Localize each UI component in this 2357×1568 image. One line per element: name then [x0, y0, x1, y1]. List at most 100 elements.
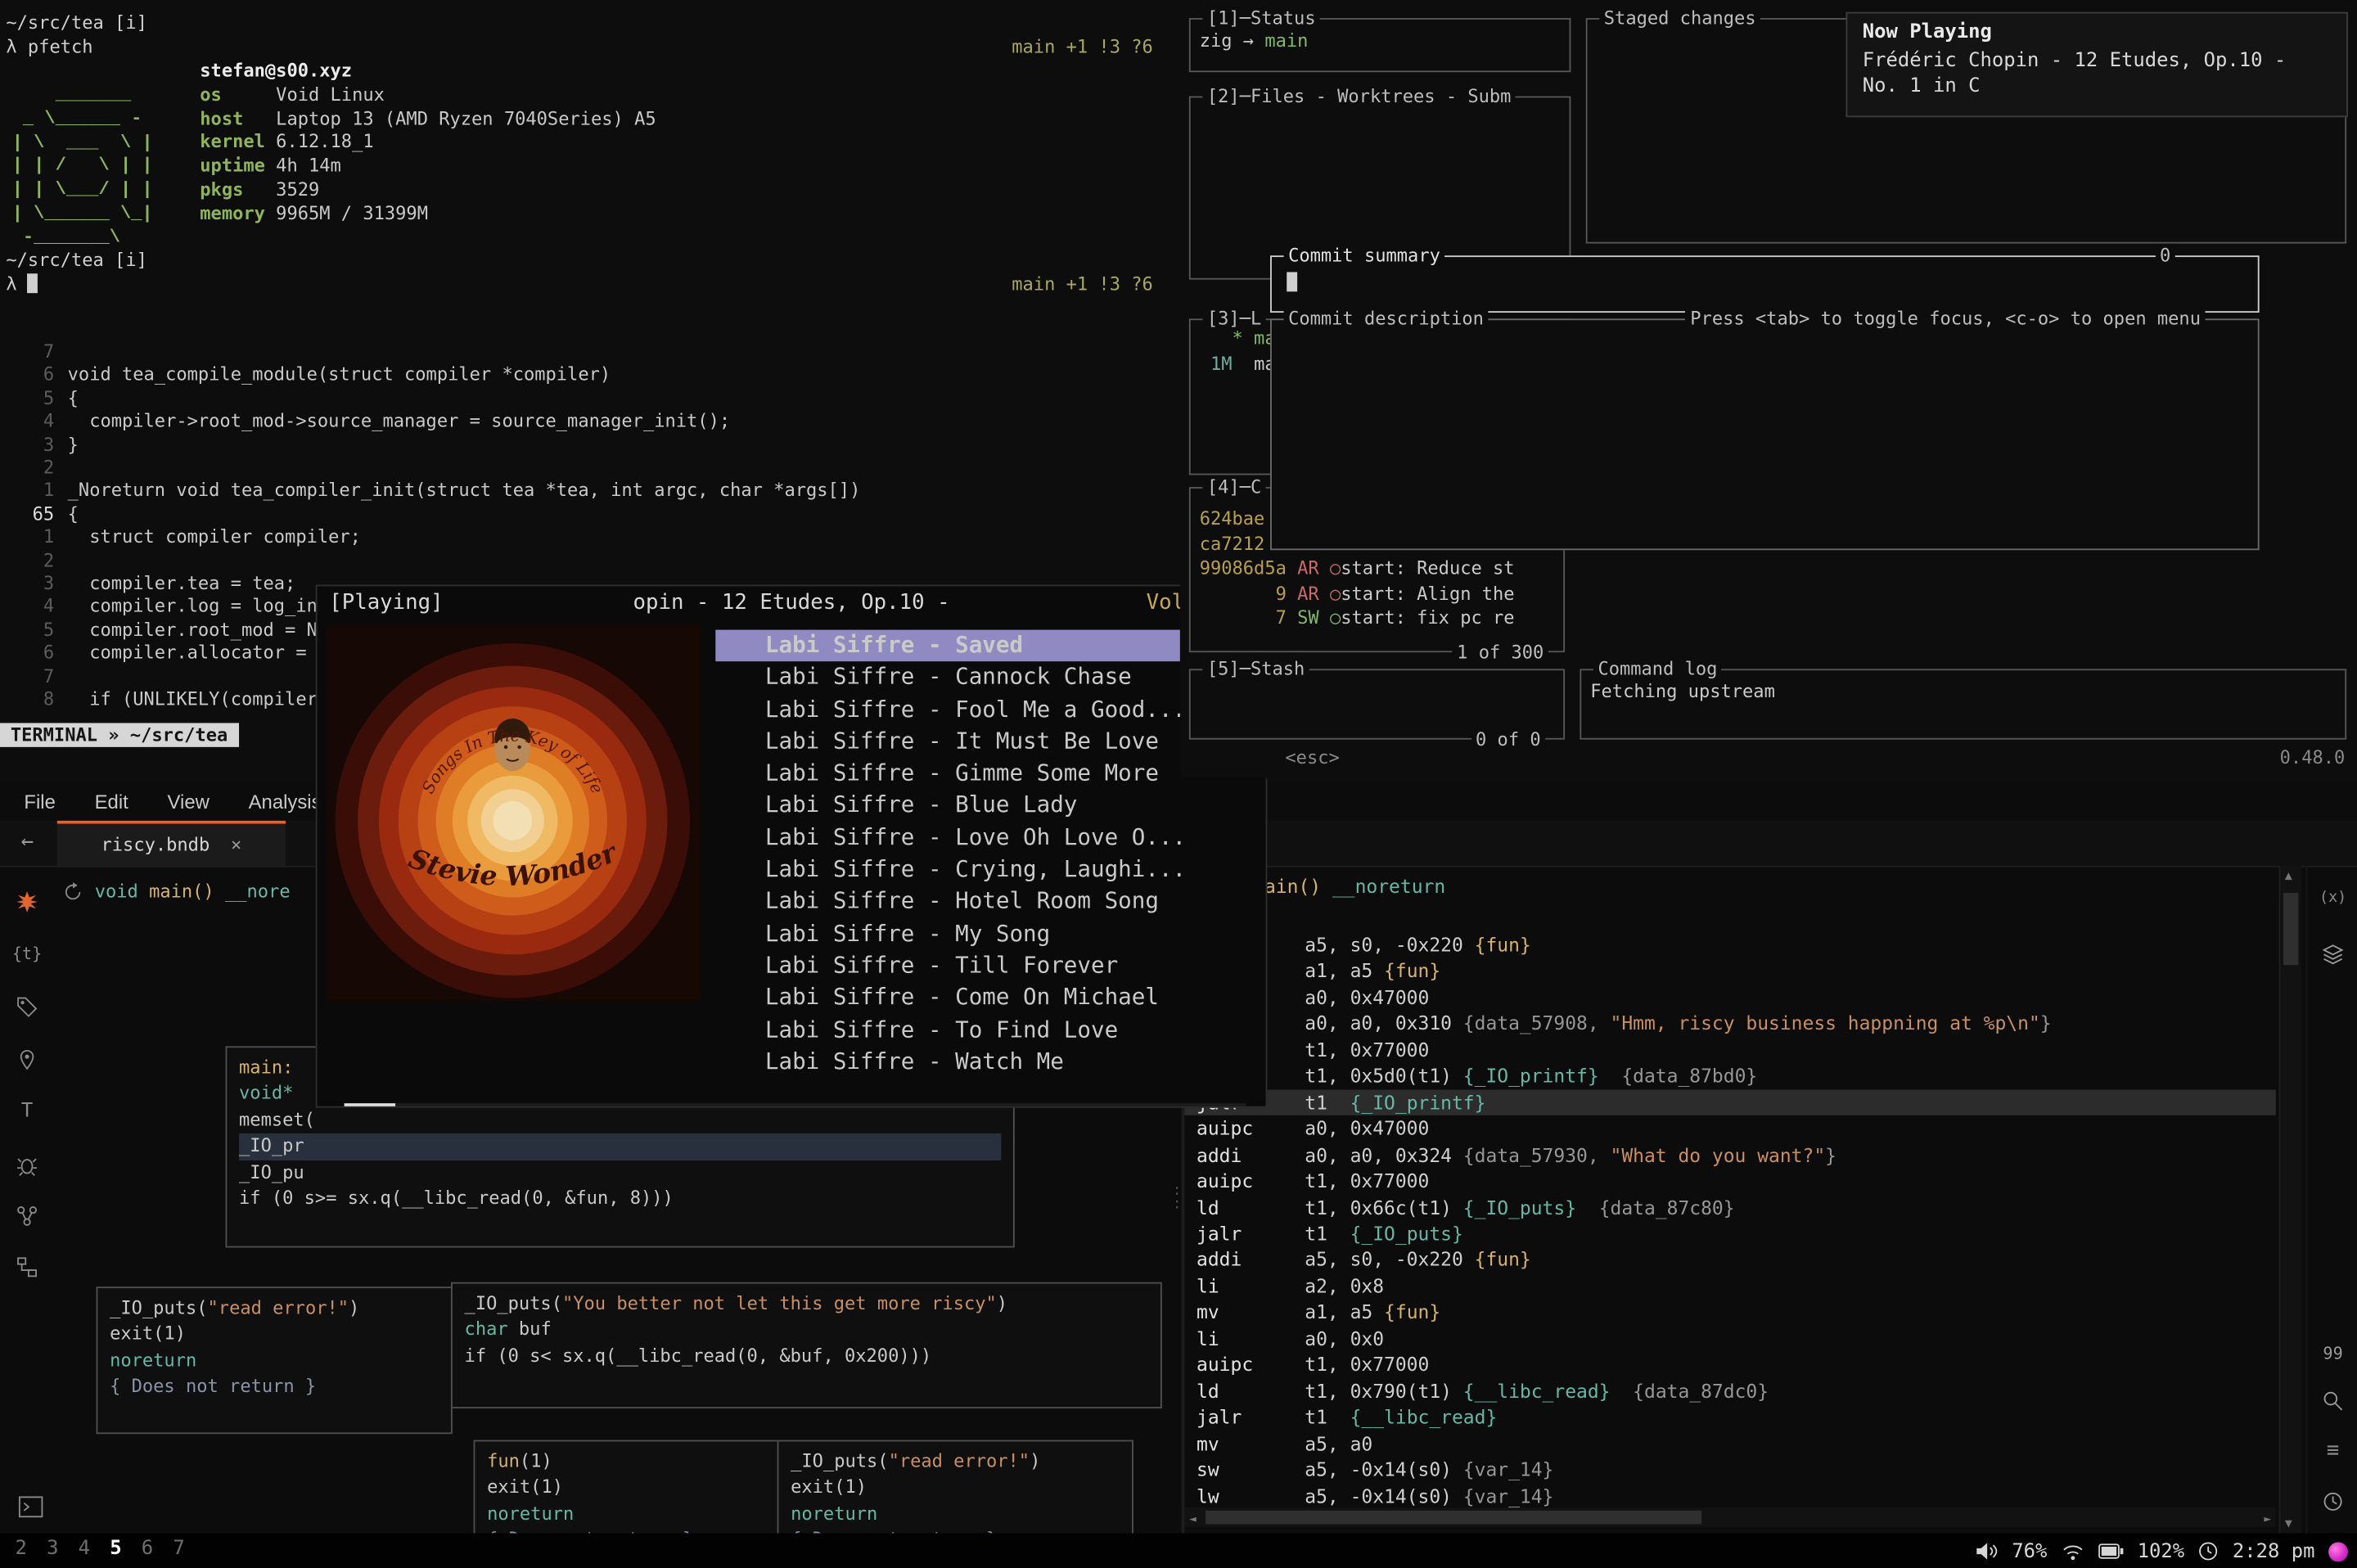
- vertical-scrollbar[interactable]: ▲ ▼: [2278, 866, 2301, 1534]
- code-line[interactable]: 7: [15, 341, 860, 364]
- disasm-line[interactable]: { Does not return }: [110, 1374, 439, 1400]
- code-line[interactable]: 5{: [15, 388, 860, 411]
- disasm-line[interactable]: if (0 s< sx.q(__libc_read(0, &buf, 0x200…: [465, 1344, 1149, 1370]
- playlist-track[interactable]: Labi Siffre - Till Forever: [715, 950, 1247, 982]
- menu-item[interactable]: File: [24, 790, 55, 813]
- disasm-line[interactable]: _IO_puts("You better not let this get mo…: [465, 1291, 1149, 1318]
- asm-line[interactable]: ldt1, 0x66c(t1) {_IO_puts} {data_87c80}: [1184, 1194, 2275, 1220]
- scroll-up-icon[interactable]: ▲: [2285, 869, 2292, 883]
- playlist-track[interactable]: Labi Siffre - Love Oh Love O...: [715, 822, 1247, 854]
- workspace-tag[interactable]: 6: [138, 1538, 156, 1561]
- asm-line[interactable]: auipca0, 0x47000: [1184, 1115, 2275, 1142]
- playlist-track[interactable]: Labi Siffre - It Must Be Love: [715, 726, 1247, 758]
- asm-line[interactable]: ldt1, 0x5d0(t1) {_IO_printf} {data_87bd0…: [1184, 1063, 2275, 1089]
- playlist-track[interactable]: Labi Siffre - Come On Michael: [715, 982, 1247, 1014]
- disasm-line[interactable]: noreturn: [110, 1348, 439, 1374]
- commit-description-popup[interactable]: Commit description Press <tab> to toggle…: [1270, 318, 2260, 550]
- playlist-track[interactable]: Labi Siffre - To Find Love: [715, 1014, 1247, 1046]
- asm-line[interactable]: lia2, 0x8: [1184, 1273, 2275, 1300]
- workspace-tag[interactable]: 3: [43, 1538, 61, 1561]
- asm-line[interactable]: addia5, s0, -0x220 {fun}: [1184, 1246, 2275, 1273]
- code-line[interactable]: 2: [15, 550, 860, 573]
- scroll-right-icon[interactable]: ►: [2264, 1512, 2271, 1526]
- code-line[interactable]: 2: [15, 457, 860, 480]
- asm-line[interactable]: lwa5, -0x14(s0) {var_14}: [1184, 1483, 2275, 1509]
- disasm-line[interactable]: if (0 s>= sx.q(__libc_read(0, &fun, 8))): [239, 1186, 1001, 1212]
- basic-block-riscy[interactable]: _IO_puts("You better not let this get mo…: [451, 1282, 1162, 1408]
- asm-line[interactable]: addia5, s0, -0x220 {fun}: [1184, 932, 2275, 958]
- scrollbar-thumb[interactable]: [1206, 1511, 1701, 1525]
- back-button[interactable]: ←: [21, 830, 34, 854]
- playlist-track[interactable]: Labi Siffre - Saved: [715, 630, 1247, 662]
- disasm-line[interactable]: noreturn: [487, 1502, 765, 1528]
- badge-99[interactable]: 99: [2323, 1344, 2342, 1363]
- playlist-track[interactable]: Labi Siffre - Blue Lady: [715, 790, 1247, 822]
- code-line[interactable]: 4 compiler->root_mod->source_manager = s…: [15, 411, 860, 434]
- workspace-tag[interactable]: 5: [106, 1538, 124, 1561]
- horizontal-scrollbar[interactable]: ◄ ►: [1184, 1507, 2275, 1527]
- asm-line[interactable]: mva1, a5 {fun}: [1184, 1300, 2275, 1326]
- splitter-handle[interactable]: ::: [1173, 1184, 1182, 1211]
- asm-line[interactable]: auipct1, 0x77000: [1184, 1168, 2275, 1194]
- code-line[interactable]: 1_Noreturn void tea_compiler_init(struct…: [15, 480, 860, 503]
- menu-icon[interactable]: ≡: [2327, 1439, 2339, 1462]
- prompt-line[interactable]: λ pfetch: [6, 36, 92, 57]
- code-line[interactable]: 1 struct compiler compiler;: [15, 526, 860, 549]
- asm-line[interactable]: ldt1, 0x790(t1) {__libc_read} {data_87dc…: [1184, 1378, 2275, 1404]
- variables-icon[interactable]: (x): [2319, 890, 2346, 906]
- basic-block-read-error[interactable]: _IO_puts("read error!")exit(1)noreturn{ …: [97, 1286, 453, 1434]
- workspace-tag[interactable]: 7: [170, 1538, 188, 1561]
- asm-line[interactable]: jalrt1 {__libc_read}: [1184, 1404, 2275, 1431]
- asm-line[interactable]: auipct1, 0x77000: [1184, 1352, 2275, 1378]
- playlist-track[interactable]: Labi Siffre - My Song: [715, 918, 1247, 950]
- disasm-line[interactable]: exit(1): [110, 1322, 439, 1348]
- disasm-line[interactable]: fun(1): [487, 1449, 765, 1476]
- disasm-line[interactable]: noreturn: [791, 1502, 1120, 1528]
- history-icon[interactable]: [2321, 1489, 2345, 1513]
- disasm-line[interactable]: _IO_pu: [239, 1160, 1001, 1186]
- scrollbar-thumb[interactable]: [2283, 893, 2298, 965]
- asm-line[interactable]: addia0, a0, 0x310 {data_57908, "Hmm, ris…: [1184, 1011, 2275, 1037]
- commit-row[interactable]: 99086d5a AR ○start: Reduce st: [1200, 556, 1561, 581]
- stash-panel[interactable]: [5]─Stash 0 of 0: [1189, 669, 1565, 739]
- status-panel[interactable]: [1]─Status zig → main: [1189, 18, 1571, 72]
- menu-item[interactable]: Edit: [95, 790, 128, 813]
- playlist-track[interactable]: Labi Siffre - Hotel Room Song: [715, 886, 1247, 918]
- close-icon[interactable]: ×: [231, 834, 241, 855]
- find-icon[interactable]: [2321, 1389, 2345, 1413]
- asm-line[interactable]: jalrt1 {_IO_puts}: [1184, 1220, 2275, 1246]
- playlist-track[interactable]: Labi Siffre - Gimme Some More: [715, 758, 1247, 790]
- stack-icon[interactable]: [2321, 943, 2345, 966]
- seek-bar[interactable]: [345, 1103, 1246, 1106]
- scroll-left-icon[interactable]: ◄: [1189, 1512, 1197, 1526]
- code-line[interactable]: 65{: [15, 503, 860, 526]
- disasm-line[interactable]: exit(1): [791, 1476, 1120, 1502]
- asm-line[interactable]: mva5, a0: [1184, 1431, 2275, 1457]
- menu-item[interactable]: Analysis: [249, 790, 322, 813]
- disasm-line[interactable]: exit(1): [487, 1476, 765, 1502]
- asm-line[interactable]: mva1, a5 {fun}: [1184, 958, 2275, 985]
- tab-riscy-bndb[interactable]: riscy.bndb ×: [57, 821, 286, 866]
- disasm-line[interactable]: memset(: [239, 1107, 1001, 1133]
- scroll-down-icon[interactable]: ▼: [2285, 1516, 2292, 1530]
- playlist-track[interactable]: Labi Siffre - Watch Me: [715, 1046, 1247, 1078]
- playlist[interactable]: Labi Siffre - SavedLabi Siffre - Cannock…: [715, 630, 1247, 1079]
- asm-line[interactable]: addia0, a0, 0x324 {data_57930, "What do …: [1184, 1142, 2275, 1168]
- workspace-tag[interactable]: 4: [75, 1538, 93, 1561]
- disasm-line[interactable]: _IO_puts("read error!"): [791, 1449, 1120, 1476]
- code-line[interactable]: 3}: [15, 434, 860, 457]
- code-line[interactable]: 6void tea_compile_module(struct compiler…: [15, 364, 860, 387]
- disasm-line[interactable]: _IO_puts("read error!"): [110, 1295, 439, 1322]
- commit-summary-popup[interactable]: Commit summary 0: [1270, 255, 2260, 313]
- asm-line[interactable]: luia0, 0x47000: [1184, 985, 2275, 1011]
- asm-line[interactable]: jalrt1 {_IO_printf}: [1184, 1089, 2275, 1115]
- commit-row[interactable]: 9 AR ○start: Align the: [1200, 581, 1561, 606]
- linear-view[interactable]: void main() __noreturn addia5, s0, -0x22…: [1184, 866, 2275, 1534]
- disasm-line[interactable]: char buf: [465, 1318, 1149, 1344]
- playlist-track[interactable]: Labi Siffre - Fool Me a Good...: [715, 694, 1247, 726]
- now-playing-notification[interactable]: Now Playing Frédéric Chopin - 12 Etudes,…: [1846, 12, 2348, 118]
- playlist-track[interactable]: Labi Siffre - Crying, Laughi...: [715, 854, 1247, 885]
- asm-line[interactable]: swa5, -0x14(s0) {var_14}: [1184, 1457, 2275, 1483]
- prompt-line[interactable]: λ: [6, 273, 38, 295]
- menu-item[interactable]: View: [168, 790, 210, 813]
